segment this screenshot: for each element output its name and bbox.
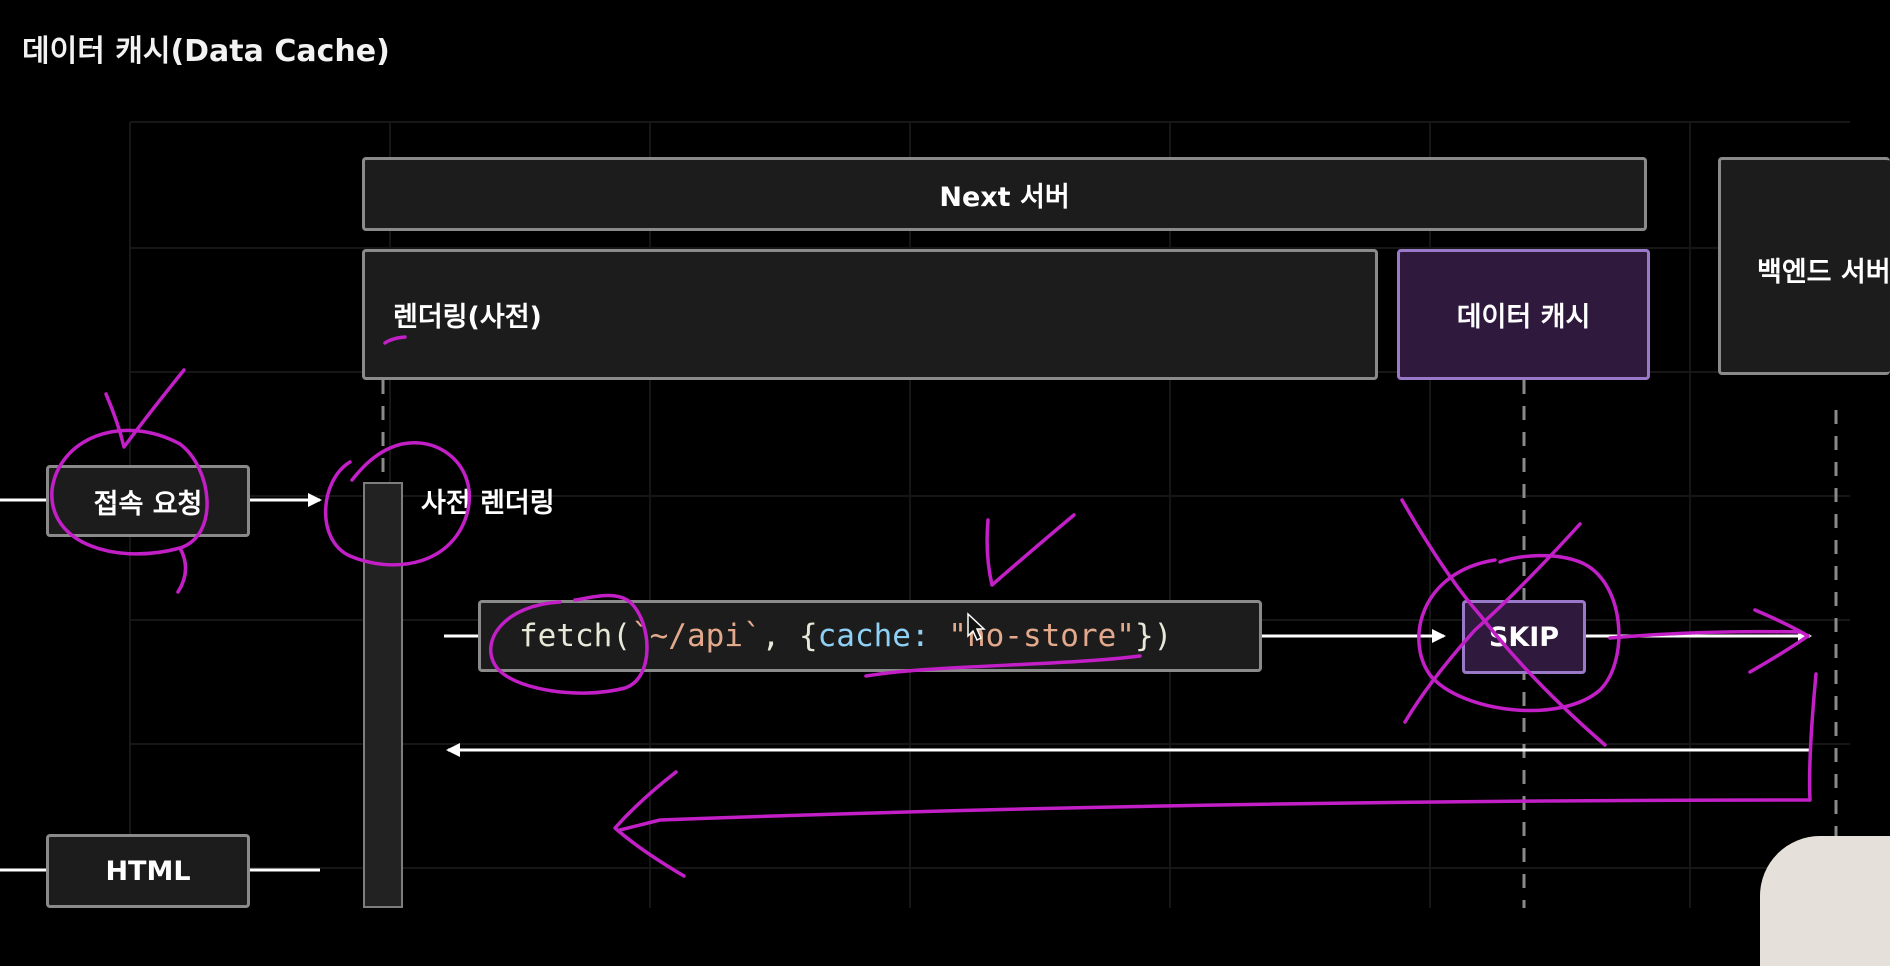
skip-arrow-stroke (1608, 608, 1810, 674)
webcam-overlay (1760, 836, 1890, 966)
rendering-underline (383, 335, 407, 345)
pen-annotations (50, 335, 1818, 878)
fetch-circle (489, 593, 649, 695)
request-checkmark (104, 368, 186, 449)
cache-underline (864, 654, 1142, 678)
prerender-circle (323, 441, 472, 567)
skip-circle (1417, 553, 1621, 713)
request-circle (50, 428, 209, 594)
skip-cross-b (1403, 522, 1582, 724)
return-arrow-stroke (613, 672, 1818, 878)
fetch-checkmark (985, 513, 1076, 587)
